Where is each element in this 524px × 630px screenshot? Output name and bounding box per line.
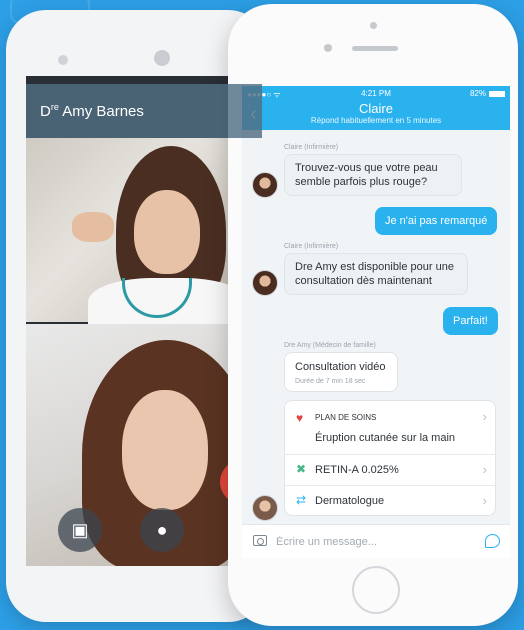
transfer-icon: ⇄ <box>296 493 307 507</box>
contact-status: Répond habituellement en 5 minutes <box>310 116 442 125</box>
doctor-face <box>134 190 200 274</box>
medication-row[interactable]: ✖ RETIN-A 0.025% › <box>285 455 495 486</box>
avatar <box>252 172 278 198</box>
sender-label: Dre Amy (Médecin de famille) <box>284 342 376 349</box>
sender-label: Claire (Infirmière) <box>284 144 339 151</box>
doctor-name: Dre Amy Barnes <box>40 102 144 120</box>
chevron-right-icon: › <box>482 493 487 508</box>
message-input[interactable] <box>276 533 466 551</box>
medication-label: RETIN-A 0.025% <box>315 464 399 476</box>
doctor-video-feed <box>26 138 262 338</box>
doctor-avatar <box>252 495 278 521</box>
referral-label: Dermatologue <box>315 495 385 507</box>
chevron-right-icon: › <box>482 409 487 424</box>
care-plan-card: ♥ PLAN DE SOINS Éruption cutanée sur la … <box>284 400 496 516</box>
sender-label: Claire (Infirmière) <box>284 243 339 250</box>
camera-dot <box>370 22 377 29</box>
status-bar: ●●●●○ ᯤ 4:21 PM 82% <box>242 89 510 100</box>
video-consultation-duration: Durée de 7 min 18 sec <box>295 378 366 385</box>
contact-name: Claire <box>359 101 393 116</box>
care-plan-condition: Éruption cutanée sur la main <box>315 432 456 444</box>
heart-icon: ♥ <box>296 411 304 425</box>
outgoing-message: Je n'ai pas remarqué <box>375 207 498 235</box>
care-plan-label: PLAN DE SOINS <box>315 413 377 422</box>
chevron-right-icon: › <box>482 462 487 477</box>
avatar <box>252 270 278 296</box>
switch-camera-button[interactable]: ▣ <box>58 508 102 552</box>
care-plan-row[interactable]: ♥ PLAN DE SOINS Éruption cutanée sur la … <box>285 401 495 455</box>
battery-percent: 82% <box>469 89 486 98</box>
chat-screen: ●●●●○ ᯤ 4:21 PM 82% ‹ Claire Répond habi… <box>242 86 510 558</box>
camera-icon[interactable] <box>253 535 267 546</box>
front-phone: ●●●●○ ᯤ 4:21 PM 82% ‹ Claire Répond habi… <box>228 4 518 626</box>
video-call-header: Dre Amy Barnes <box>26 84 262 138</box>
chat-header: ●●●●○ ᯤ 4:21 PM 82% ‹ Claire Répond habi… <box>242 86 510 130</box>
mute-button[interactable]: ● <box>140 508 184 552</box>
battery-icon <box>489 91 505 97</box>
send-icon[interactable] <box>485 534 500 548</box>
video-consultation-title: Consultation vidéo <box>295 361 386 373</box>
speaker-slot <box>352 46 398 51</box>
microphone-icon: ● <box>156 520 168 540</box>
message-list[interactable]: Claire (Infirmière) Trouvez-vous que vot… <box>242 130 510 524</box>
sensor-dot <box>324 44 332 52</box>
outgoing-message: Parfait! <box>443 307 498 335</box>
video-consultation-card[interactable]: Consultation vidéo Durée de 7 min 18 sec <box>284 352 398 392</box>
camera-dot <box>58 55 68 65</box>
message-composer <box>242 524 510 558</box>
incoming-message: Trouvez-vous que votre peau semble parfo… <box>284 154 462 196</box>
home-button[interactable] <box>352 566 400 614</box>
doctor-hand <box>72 212 114 242</box>
speaker-dot <box>154 50 170 66</box>
phone-screen-icon: ▣ <box>71 520 89 540</box>
bandage-icon: ✖ <box>296 462 307 476</box>
referral-row[interactable]: ⇄ Dermatologue › <box>285 486 495 517</box>
patient-face <box>122 390 208 510</box>
incoming-message: Dre Amy est disponible pour une consulta… <box>284 253 468 295</box>
